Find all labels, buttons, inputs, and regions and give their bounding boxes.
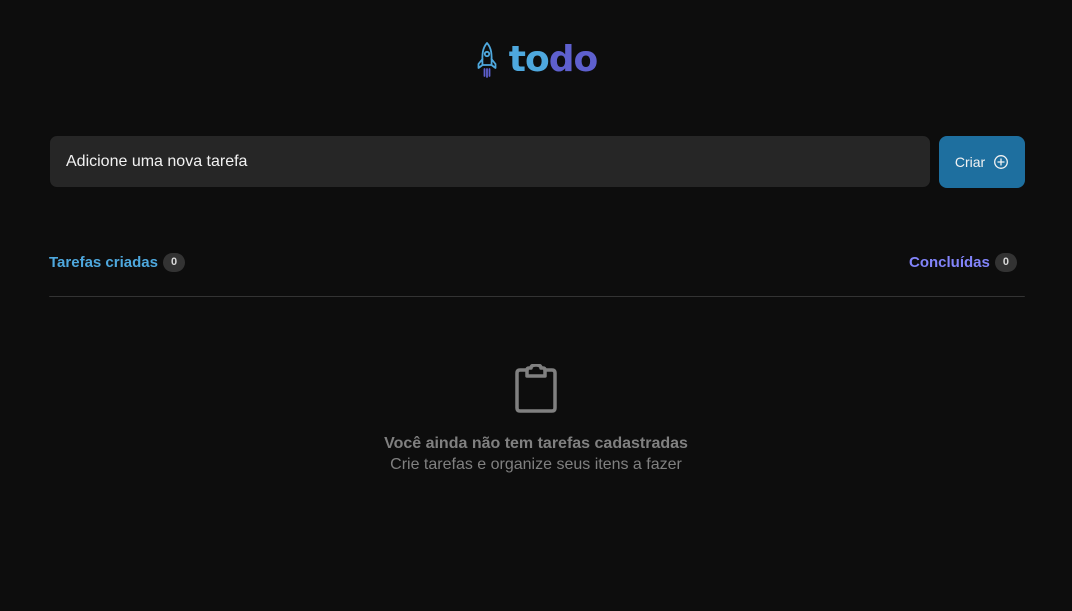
task-counters: Tarefas criadas 0 Concluídas 0 [49, 253, 1017, 272]
rocket-icon [477, 42, 497, 78]
created-tasks-counter: Tarefas criadas 0 [49, 253, 186, 272]
created-tasks-label: Tarefas criadas [49, 254, 158, 271]
create-button-label: Criar [954, 154, 986, 170]
new-task-input[interactable] [49, 135, 931, 188]
new-task-form: Criar [49, 135, 1025, 188]
completed-tasks-label: Concluídas [909, 254, 990, 271]
app-title: todo [508, 39, 599, 80]
empty-state-title: Você ainda não tem tarefas cadastradas [384, 435, 688, 452]
todo-app: todo Criar Tarefas criadas 0 Concluídas … [0, 0, 1072, 611]
completed-tasks-badge: 0 [994, 253, 1017, 272]
completed-tasks-counter: Concluídas 0 [909, 253, 1017, 272]
app-logo: todo [0, 40, 1072, 80]
app-title-part1: to [508, 39, 550, 80]
create-task-button[interactable]: Criar [939, 136, 1025, 188]
empty-state-subtitle: Crie tarefas e organize seus itens a faz… [390, 456, 682, 473]
plus-circle-icon [994, 155, 1009, 169]
app-title-part2: do [548, 39, 599, 80]
empty-task-list: Você ainda não tem tarefas cadastradas C… [0, 364, 1072, 475]
clipboard-icon [515, 364, 557, 413]
created-tasks-badge: 0 [162, 253, 186, 272]
task-list-divider [49, 296, 1025, 297]
